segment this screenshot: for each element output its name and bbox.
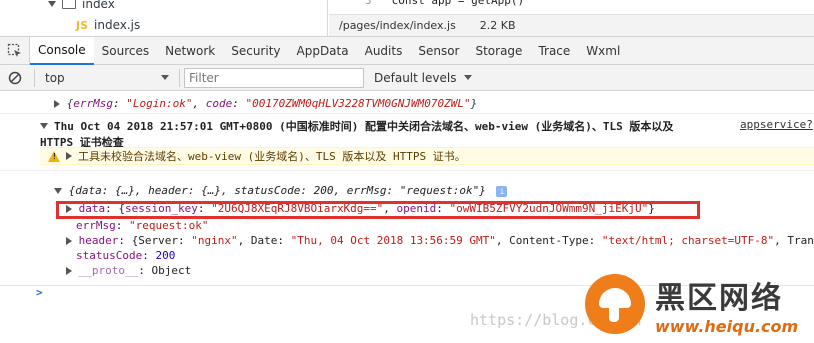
console-toolbar: top Default levels [0,65,814,91]
warning-message[interactable]: 工具未校验合法域名、web-view (业务域名)、TLS 版本以及 HTTPS… [40,147,814,165]
response-errmsg-row: errMsg: "request:ok" [76,219,209,232]
code-editor[interactable]: 3 const app = getApp() /pages/index/inde… [329,0,814,37]
response-summary: {data: {…}, header: {…}, statusCode: 200… [68,184,486,197]
expand-arrow-icon[interactable] [54,100,60,108]
toolbar-divider [179,68,180,87]
chevron-down-icon [464,75,472,80]
folder-label: index [82,0,115,11]
code-line: 3 const app = getApp() [365,0,524,10]
object-preview: {errMsg: "Login:ok", code: "00170ZWM0qHL… [66,97,478,110]
tab-audits[interactable]: Audits [357,37,411,65]
expand-arrow-icon[interactable] [66,152,72,160]
block-icon [8,71,22,84]
tab-console[interactable]: Console [30,36,94,65]
tab-sensor[interactable]: Sensor [410,37,467,65]
tab-network[interactable]: Network [157,37,223,65]
log-entry-config[interactable]: Thu Oct 04 2018 21:57:01 GMT+0800 (中国标准时… [0,118,814,150]
editor-status-bar: /pages/index/index.js 2.2 KB [329,14,814,36]
expand-arrow-icon[interactable] [48,1,56,7]
log-text: Thu Oct 04 2018 21:57:01 GMT+0800 (中国标准时… [40,120,674,149]
tab-security[interactable]: Security [223,37,288,65]
log-levels-dropdown[interactable]: Default levels [368,68,478,88]
toolbar-divider [34,68,35,87]
tab-storage[interactable]: Storage [467,37,530,65]
code-text: const app = getApp() [391,0,525,7]
inspect-icon [7,43,21,57]
js-file-icon: JS [76,18,89,32]
collapse-arrow-icon[interactable] [54,188,62,194]
file-size: 2.2 KB [479,19,516,32]
tree-item-index-js[interactable]: JS index.js [76,16,140,34]
log-divider [0,170,814,171]
top-panel: index JS index.js 3 const app = getApp()… [0,0,814,37]
chevron-down-icon [161,75,169,80]
expand-arrow-icon[interactable] [66,237,72,245]
tab-trace[interactable]: Trace [530,37,578,65]
watermark: 黑区网络 www.heiqu.com [585,265,814,343]
warning-icon [48,150,60,162]
context-selector[interactable]: top [39,68,175,88]
clear-console-button[interactable] [0,71,30,85]
warning-text: 工具未校验合法域名、web-view (业务域名)、TLS 版本以及 HTTPS… [78,150,466,163]
response-status-row: statusCode: 200 [76,249,176,262]
tree-item-index-folder[interactable]: index [48,0,115,13]
context-value: top [45,70,65,85]
tab-sources[interactable]: Sources [94,37,157,65]
inspect-element-button[interactable] [0,36,30,65]
info-icon[interactable]: i [496,186,508,197]
expand-arrow-icon[interactable] [66,267,72,275]
log-entry-request[interactable]: {data: {…}, header: {…}, statusCode: 200… [0,184,814,197]
highlight-box [56,201,700,219]
folder-icon [62,0,76,9]
devtools-tab-bar: Console Sources Network Security AppData… [0,36,814,65]
collapse-arrow-icon[interactable] [40,123,48,129]
tab-wxml[interactable]: Wxml [578,37,628,65]
log-levels-value: Default levels [374,70,457,85]
watermark-text: 黑区网络 www.heiqu.com [655,280,799,336]
response-header-row[interactable]: header: {Server: "nginx", Date: "Thu, 04… [0,234,814,247]
line-number: 3 [365,0,372,7]
file-label: index.js [94,18,141,32]
file-tree: index JS index.js [0,0,328,37]
log-divider [0,113,814,114]
file-path: /pages/index/index.js [339,19,456,32]
log-entry-login[interactable]: {errMsg: "Login:ok", code: "00170ZWM0qHL… [0,97,814,110]
filter-input[interactable] [184,67,364,88]
watermark-logo-icon [585,274,645,334]
source-link[interactable]: appservice? [740,118,813,131]
tab-appdata[interactable]: AppData [289,37,357,65]
